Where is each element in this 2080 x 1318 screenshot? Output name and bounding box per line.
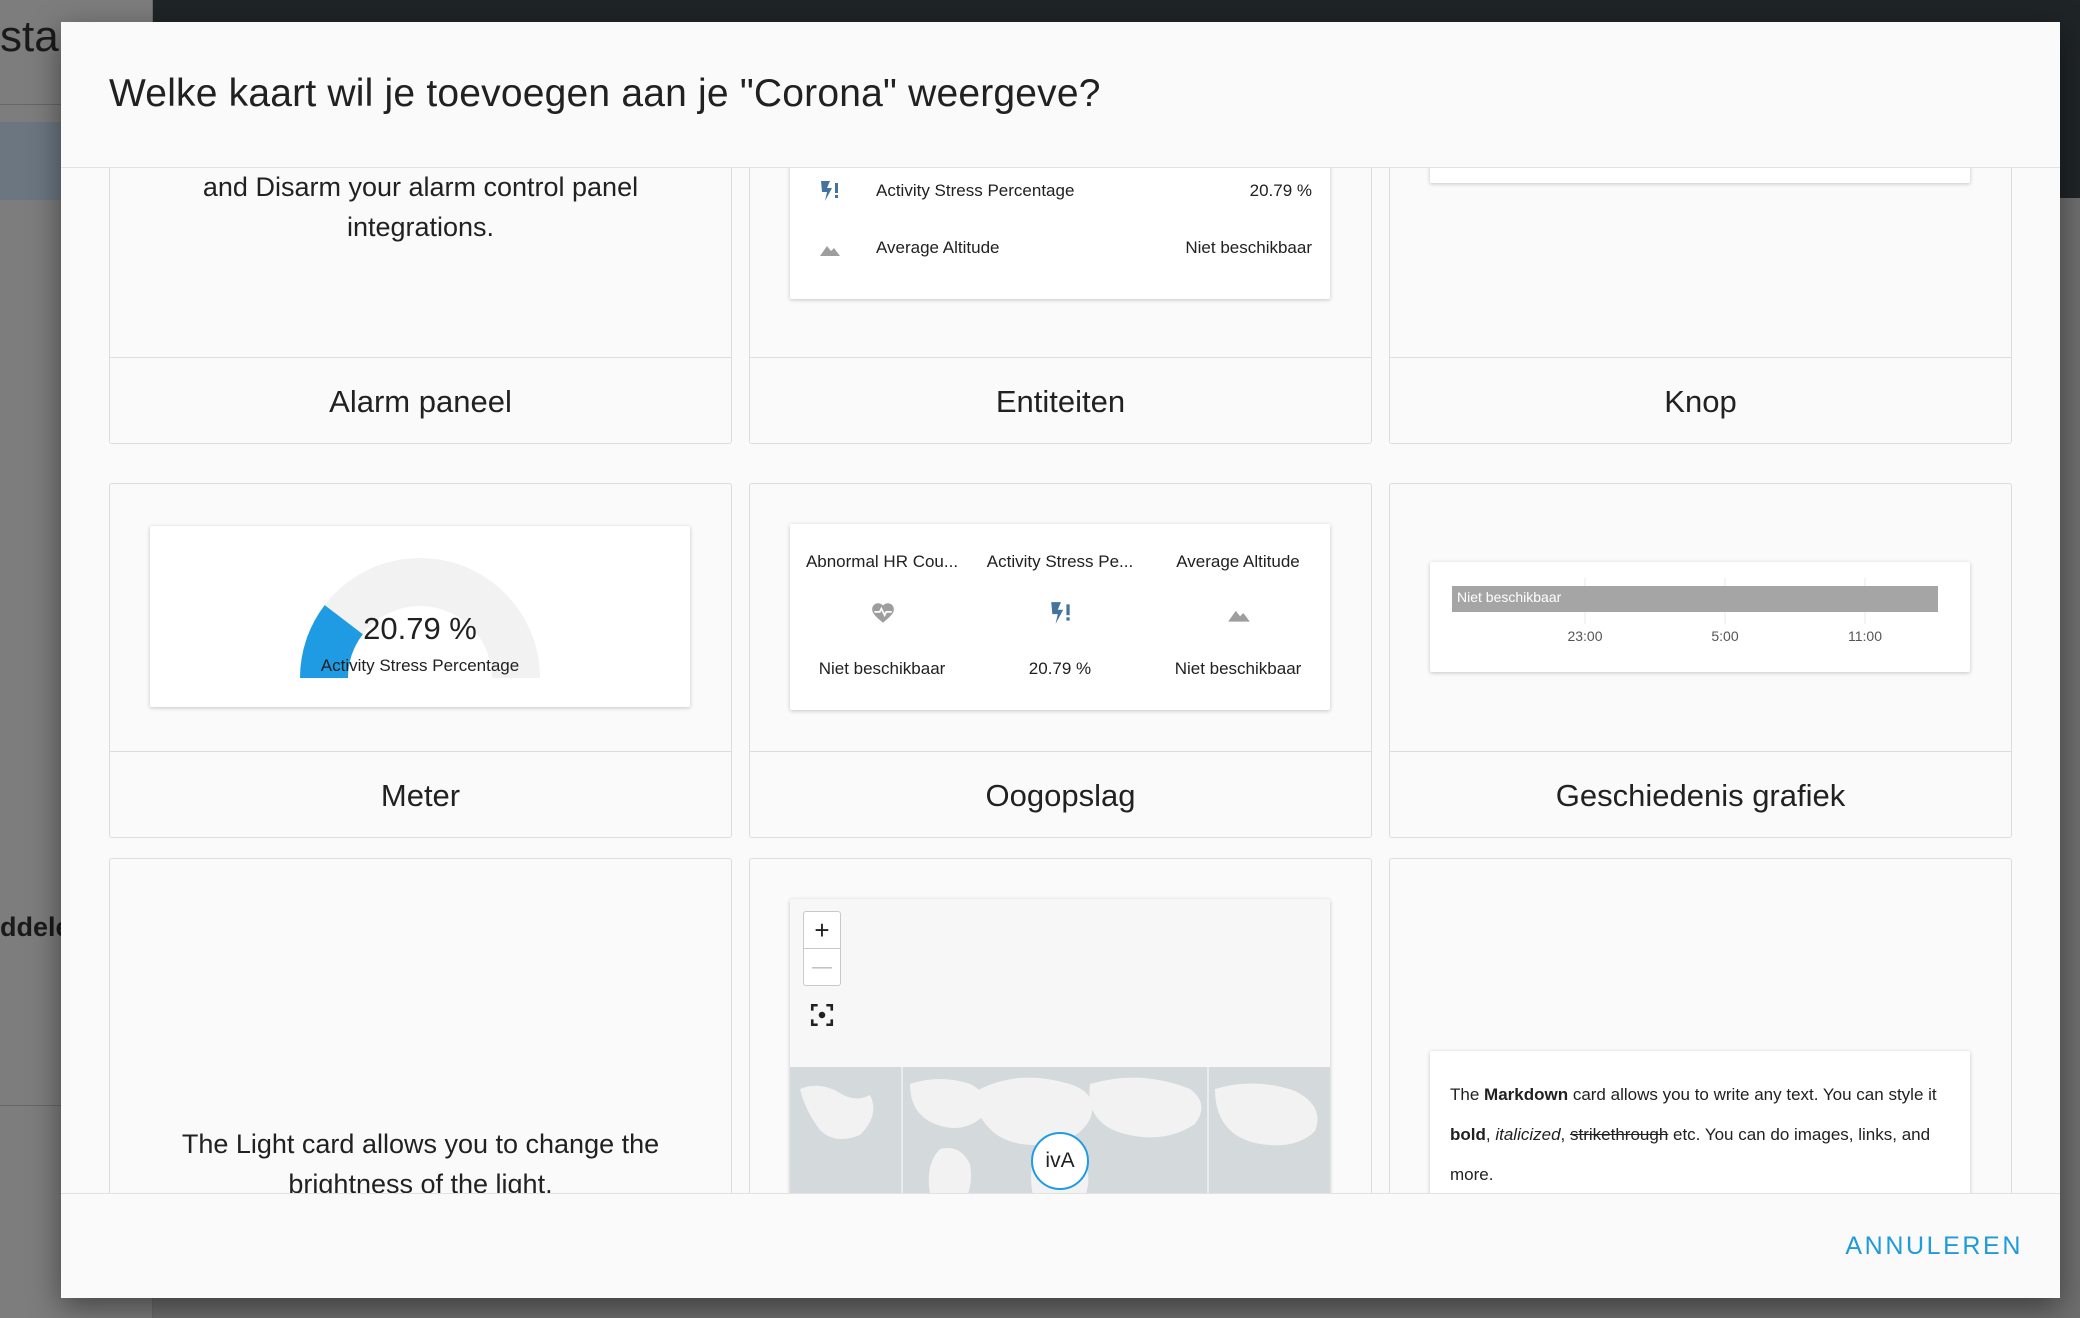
glance-card-preview: Abnormal HR Cou... Niet beschikbaar Acti… [790,524,1330,710]
entity-name: Average Altitude [876,238,1000,257]
markdown-strikethrough-text: strikethrough [1570,1125,1669,1144]
background-label: ddele [0,912,71,942]
map-zoom-out-button[interactable]: — [803,948,841,986]
mountain-icon [1228,610,1250,622]
timeline-tick-label: 23:00 [1567,628,1603,644]
glance-entity-value: Niet beschikbaar [1174,659,1302,678]
button-card-preview [1430,168,1970,183]
card-preview: The Light card allows you to change the … [110,859,731,1214]
card-preview: The Markdown card allows you to write an… [1390,859,2011,1214]
timeline-chart [1452,578,1938,624]
card-option-button[interactable]: Knop [1389,168,2012,444]
markdown-bold-text: bold [1450,1125,1486,1144]
card-option-label: Entiteiten [750,357,1371,443]
dialog-header: Welke kaart wil je toevoegen aan je "Cor… [61,22,2060,168]
glance-entity-name: Average Altitude [1176,552,1300,571]
history-card-preview: Niet beschikbaar 23:00 5:00 11:00 [1430,562,1970,672]
flash-alert-icon [1051,602,1070,624]
card-option-map[interactable]: + — ivA [749,858,1372,1214]
cancel-button[interactable]: ANNULEREN [1845,1232,2023,1261]
glance-entity-value: 20.79 % [1028,659,1092,678]
markdown-content: The Markdown card allows you to write an… [1450,1075,1950,1195]
timeline-bar-label: Niet beschikbaar [1457,589,1562,605]
markdown-text-span: , [1560,1125,1570,1144]
entity-name: Activity Stress Percentage [876,181,1075,200]
card-option-light[interactable]: The Light card allows you to change the … [109,858,732,1214]
card-option-alarm-panel[interactable]: and Disarm your alarm control panel inte… [109,168,732,444]
flash-alert-icon [821,181,838,201]
timeline-tick-label: 11:00 [1848,628,1882,644]
glance-entity-name: Abnormal HR Cou... [805,552,959,571]
map-card-preview: + — ivA [790,899,1330,1214]
card-preview: Abnormal HR Cou... Niet beschikbaar Acti… [750,484,1371,751]
description-line: and Disarm your alarm control panel [202,172,639,202]
glance-entity: Abnormal HR Cou... Niet beschikbaar [798,524,966,708]
card-option-entities[interactable]: Activity Stress Percentage 20.79 % Avera… [749,168,1372,444]
card-preview [1390,168,2011,357]
card-picker-dialog: Welke kaart wil je toevoegen aan je "Cor… [61,22,2060,1298]
card-description: The Light card allows you to change the … [110,1124,731,1204]
entity-row: Average Altitude Niet beschikbaar [790,228,1330,268]
timeline-tick-label: 5:00 [1711,628,1739,644]
markdown-card-preview: The Markdown card allows you to write an… [1430,1051,1970,1214]
dialog-title: Welke kaart wil je toevoegen aan je "Cor… [109,72,1101,115]
card-option-gauge[interactable]: 20.79 % Activity Stress Percentage Meter [109,483,732,838]
description-line: The Light card allows you to change the [181,1129,660,1159]
card-option-markdown[interactable]: The Markdown card allows you to write an… [1389,858,2012,1214]
heart-pulse-icon [872,603,894,623]
markdown-text-span: card allows you to write any text. You c… [1568,1085,1937,1104]
fit-map-icon[interactable] [809,1002,835,1028]
card-option-label: Knop [1390,357,2011,443]
glance-entity: Activity Stress Pe... 20.79 % [976,524,1144,708]
background-edge [2060,82,2080,198]
gauge-card-preview: 20.79 % Activity Stress Percentage [150,526,690,707]
markdown-text-span: , [1485,1125,1496,1144]
markdown-text-span: The [1450,1085,1485,1104]
markdown-italic-text: italicized [1495,1125,1561,1144]
entities-card-preview: Activity Stress Percentage 20.79 % Avera… [790,168,1330,299]
card-option-label: Meter [110,751,731,837]
entity-row: Activity Stress Percentage 20.79 % [790,171,1330,211]
card-preview: 20.79 % Activity Stress Percentage [110,484,731,751]
card-preview: + — ivA [750,859,1371,1214]
card-option-label: Alarm paneel [110,357,731,443]
gauge-name: Activity Stress Percentage [320,656,520,675]
description-line: integrations. [346,212,495,242]
card-preview: Activity Stress Percentage 20.79 % Avera… [750,168,1371,357]
card-preview: and Disarm your alarm control panel inte… [110,168,731,357]
card-preview: Niet beschikbaar 23:00 5:00 11:00 [1390,484,2011,751]
card-option-label: Geschiedenis grafiek [1390,751,2011,837]
card-option-history-graph[interactable]: Niet beschikbaar 23:00 5:00 11:00 Geschi… [1389,483,2012,838]
dialog-content[interactable]: and Disarm your alarm control panel inte… [61,168,2060,1214]
dialog-footer: ANNULEREN [61,1193,2060,1298]
markdown-bold-text: Markdown [1484,1085,1569,1104]
glance-entity-value: Niet beschikbaar [818,659,946,678]
entity-value: 20.79 % [1249,181,1312,200]
card-option-glance[interactable]: Abnormal HR Cou... Niet beschikbaar Acti… [749,483,1372,838]
entity-value: Niet beschikbaar [1185,238,1312,257]
mountain-icon [820,246,840,256]
map-zoom-in-button[interactable]: + [803,911,841,949]
glance-entity: Average Altitude Niet beschikbaar [1154,524,1322,708]
glance-entity-name: Activity Stress Pe... [986,552,1134,571]
card-description: and Disarm your alarm control panel inte… [110,168,731,247]
card-option-label: Oogopslag [750,751,1371,837]
map-entity-marker[interactable]: ivA [1031,1132,1089,1190]
gauge-value: 20.79 % [363,611,477,646]
